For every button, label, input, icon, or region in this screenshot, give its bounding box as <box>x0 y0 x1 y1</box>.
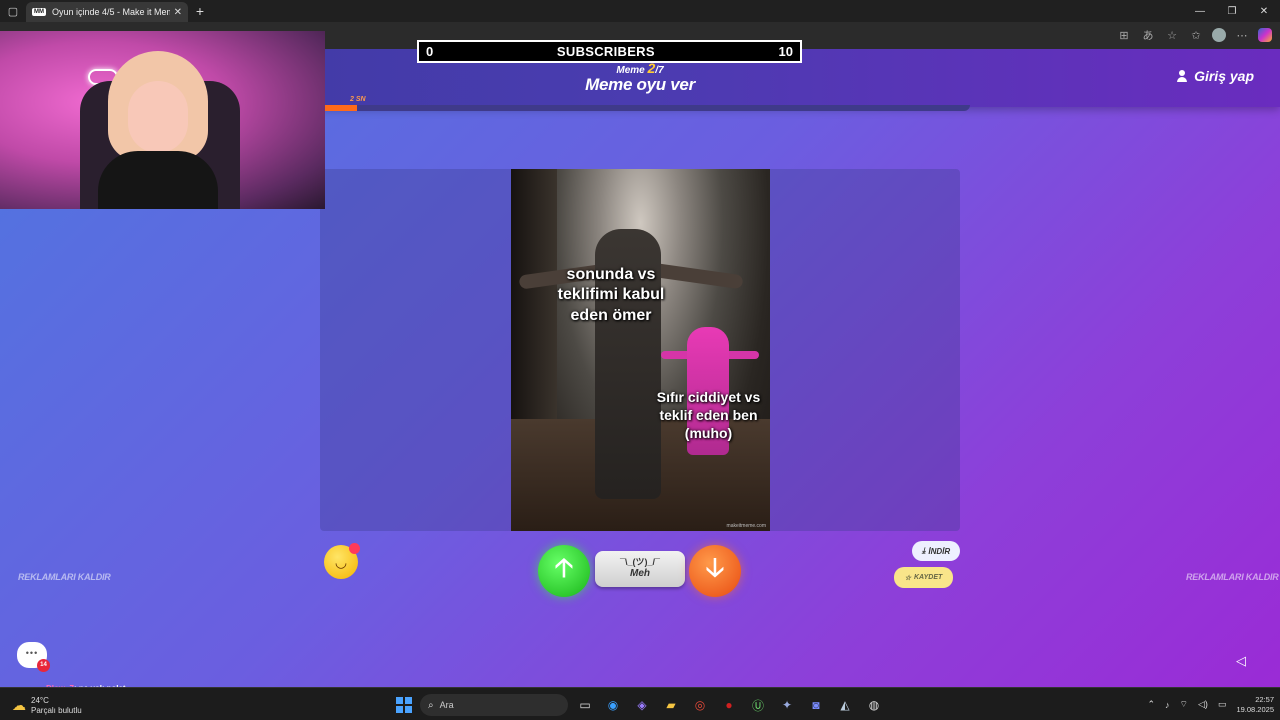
meme-caption-bottom: Sıfır ciddiyet vs teklif eden ben (muho) <box>656 389 761 441</box>
steam-icon[interactable]: ◭ <box>836 696 854 714</box>
restore-button[interactable]: ❐ <box>1216 0 1248 22</box>
chat-bubble-icon: ••• <box>25 648 39 658</box>
taskbar-search[interactable]: ⌕ Ara <box>420 694 568 716</box>
login-label: Giriş yap <box>1194 68 1254 84</box>
webcam-overlay <box>0 31 325 209</box>
remove-ads-left[interactable]: REKLAMLARI KALDIR <box>18 572 111 582</box>
tab-favicon-icon: MM <box>32 8 46 16</box>
heart-icon <box>349 543 360 554</box>
arrow-up-icon: 🡡 <box>554 552 574 582</box>
arrow-down-icon: 🡣 <box>705 552 725 582</box>
webcam-streamer <box>98 51 218 209</box>
emoji-reaction-button[interactable]: ◡ <box>324 543 360 579</box>
copilot-taskbar-icon[interactable]: ◈ <box>633 696 651 714</box>
chat-button[interactable]: ••• 14 <box>17 642 50 672</box>
partly-cloudy-icon: ☁ <box>12 697 26 714</box>
timer-label: 2 SN <box>350 96 366 103</box>
webcam-face <box>128 81 188 153</box>
download-button[interactable]: ⤓ İNDİR <box>912 541 960 561</box>
clock-time: 22:57 <box>1255 695 1274 705</box>
copilot-icon[interactable] <box>1258 28 1272 42</box>
profile-avatar[interactable] <box>1212 28 1226 42</box>
sound-mute-icon[interactable]: ◁ <box>1236 653 1246 669</box>
meh-button[interactable]: ¯\_(ツ)_/¯ Meh <box>595 551 685 587</box>
save-button[interactable]: ☆ KAYDET <box>894 567 953 588</box>
user-icon <box>1176 70 1188 82</box>
favorite-star-icon[interactable]: ☆ <box>1164 26 1180 44</box>
chrome-icon[interactable]: ◎ <box>691 696 709 714</box>
app-gear-icon[interactable]: ✦ <box>778 696 796 714</box>
obs-icon[interactable]: ◍ <box>865 696 883 714</box>
downvote-button[interactable]: 🡣 <box>689 545 741 597</box>
search-label: Ara <box>439 700 454 710</box>
upvote-button[interactable]: 🡡 <box>538 545 590 597</box>
chat-unread-badge: 14 <box>37 659 50 672</box>
search-icon: ⌕ <box>428 699 434 711</box>
download-label: İNDİR <box>928 546 951 556</box>
collections-icon[interactable]: ✩ <box>1188 26 1204 44</box>
subscriber-goal: 10 <box>778 44 793 59</box>
save-label: KAYDET <box>914 574 943 581</box>
taskbar-clock[interactable]: 22:57 19.08.2025 <box>1236 695 1274 714</box>
star-icon: ☆ <box>904 574 911 582</box>
weather-temperature: 24°C <box>31 696 49 705</box>
meme-caption-top: sonunda vs teklifimi kabul eden ömer <box>557 266 665 324</box>
webcam-body <box>98 151 218 209</box>
toolbar-icons: ⊞ あ ☆ ✩ ⋯ <box>1116 26 1272 44</box>
volume-icon[interactable]: ◁) <box>1198 699 1208 710</box>
download-icon: ⤓ <box>921 546 926 555</box>
start-button[interactable] <box>396 697 412 713</box>
more-options-icon[interactable]: ⋯ <box>1234 26 1250 44</box>
app-u-icon[interactable]: Ⓤ <box>749 696 767 714</box>
subscriber-label: SUBSCRIBERS <box>556 44 655 59</box>
close-button[interactable]: ✕ <box>1248 0 1280 22</box>
wifi-icon[interactable]: ⌔ <box>1180 699 1188 710</box>
meme-watermark: makeitmeme.com <box>726 523 766 529</box>
timer-progress-fill <box>325 105 358 111</box>
timer-progress-bar <box>325 105 970 111</box>
browser-tab-active[interactable]: MM Oyun içinde 4/5 - Make it Meme ✕ <box>26 2 188 22</box>
split-screen-icon[interactable]: ⊞ <box>1116 26 1132 44</box>
clock-date: 19.08.2025 <box>1236 704 1274 714</box>
tab-actions-icon[interactable]: ▢ <box>0 0 26 22</box>
new-tab-button[interactable]: + <box>188 3 212 19</box>
edge-browser-icon[interactable]: ◉ <box>604 696 622 714</box>
subscriber-current: 0 <box>426 44 434 59</box>
system-tray: ⌃ ♪ ⌔ ◁) ▭ 22:57 19.08.2025 <box>1148 688 1275 720</box>
login-button[interactable]: Giriş yap <box>1176 68 1254 84</box>
weather-widget[interactable]: ☁ 24°C Parçalı bulutlu <box>12 696 82 715</box>
window-controls: — ❐ ✕ <box>1184 0 1280 22</box>
task-view-icon[interactable]: ▭ <box>576 696 594 714</box>
subscriber-goal-bar: 0 SUBSCRIBERS 10 <box>417 40 802 63</box>
app-red-icon[interactable]: ● <box>720 696 738 714</box>
file-explorer-icon[interactable]: ▰ <box>662 696 680 714</box>
shrug-face: ¯\_(ツ)_/¯ <box>620 557 660 567</box>
meme-image: sonunda vs teklifimi kabul eden ömer Sıf… <box>511 169 770 531</box>
microphone-icon[interactable]: ♪ <box>1165 700 1170 710</box>
browser-tab-bar: ▢ MM Oyun içinde 4/5 - Make it Meme ✕ + … <box>0 0 1280 22</box>
tray-chevron-icon[interactable]: ⌃ <box>1148 699 1156 710</box>
windows-taskbar: ☁ 24°C Parçalı bulutlu ⌕ Ara ▭ ◉ ◈ ▰ ◎ ●… <box>0 687 1280 720</box>
meh-label: Meh <box>630 568 650 579</box>
translate-icon[interactable]: あ <box>1140 26 1156 44</box>
discord-icon[interactable]: ◙ <box>807 696 825 714</box>
tab-close-icon[interactable]: ✕ <box>174 7 182 18</box>
remove-ads-right[interactable]: REKLAMLARI KALDIR <box>1186 572 1279 582</box>
minimize-button[interactable]: — <box>1184 0 1216 22</box>
tab-title: Oyun içinde 4/5 - Make it Meme <box>52 7 170 17</box>
battery-icon[interactable]: ▭ <box>1218 699 1227 710</box>
weather-description: Parçalı bulutlu <box>31 705 82 715</box>
